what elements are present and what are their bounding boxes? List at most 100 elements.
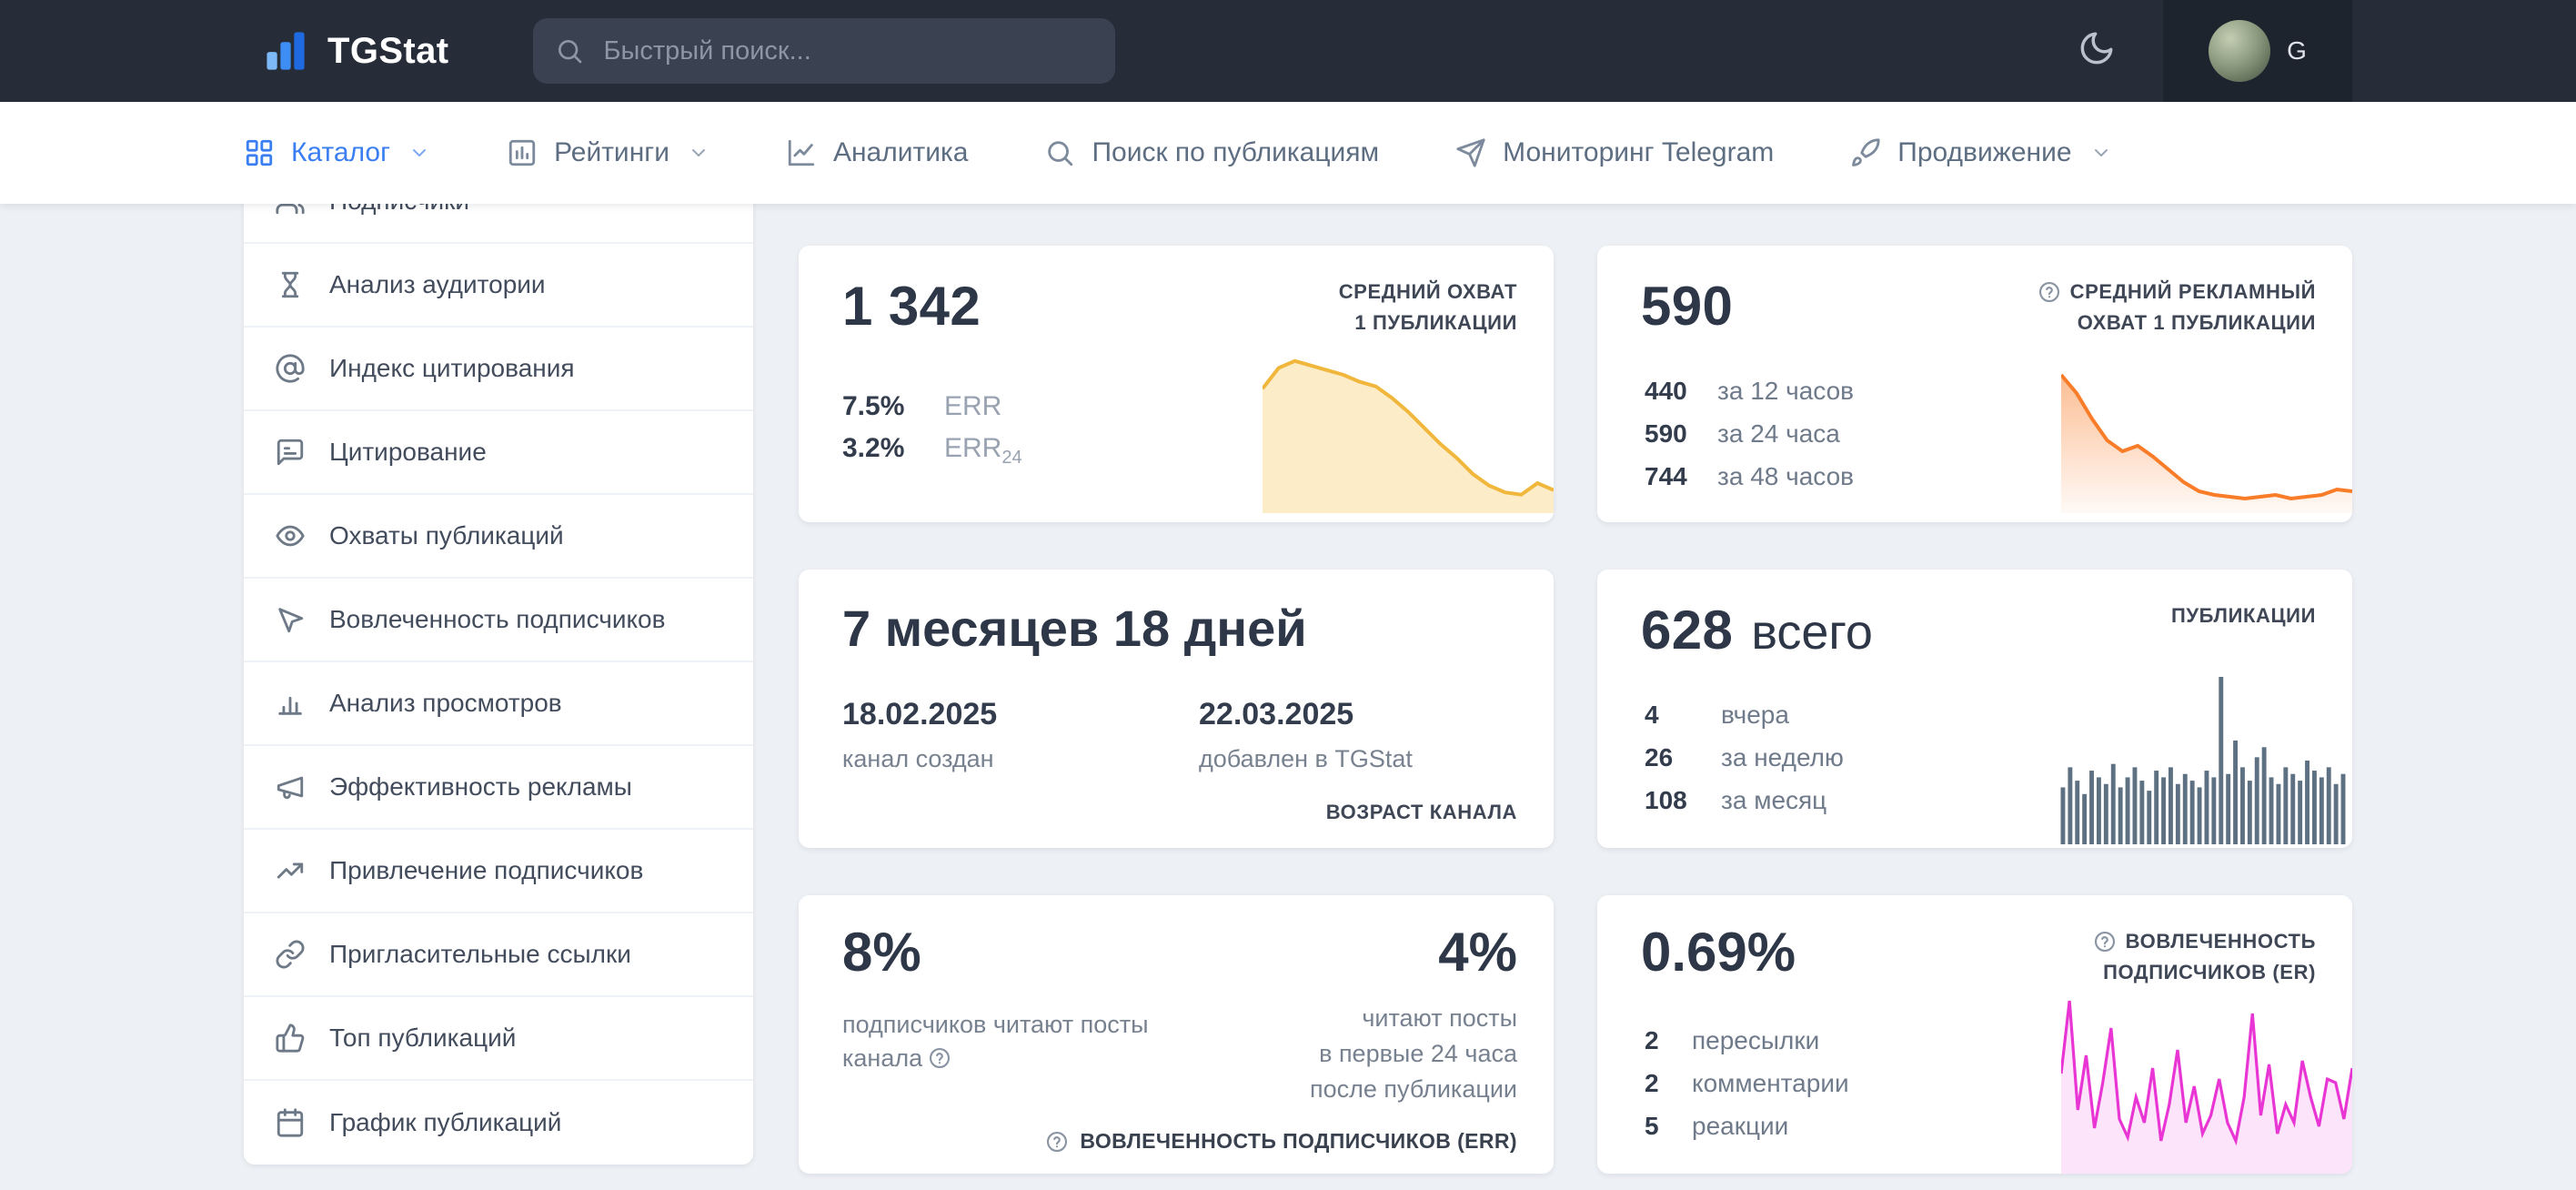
channel-age-value: 7 месяцев 18 дней (842, 599, 1307, 658)
sidebar-item-top-posts[interactable]: Топ публикаций (244, 997, 753, 1081)
stat-row: 744за 48 часов (1645, 455, 1854, 498)
channel-created: 18.02.2025 канал создан (842, 697, 997, 773)
theme-toggle-button[interactable] (2078, 29, 2116, 74)
app-header: TGStat G (0, 0, 2576, 102)
sidebar-item-views-analysis[interactable]: Анализ просмотров (244, 662, 753, 746)
stat-row: 5реакции (1645, 1104, 1849, 1147)
card-posts: 628 всего ПУБЛИКАЦИИ 4вчера 26за неделю … (1597, 570, 2352, 848)
avg-reach-chart (1263, 353, 1554, 513)
stat-row: 108за месяц (1645, 779, 1844, 822)
at-sign-icon (275, 353, 306, 384)
card-channel-age: 7 месяцев 18 дней 18.02.2025 канал созда… (799, 570, 1554, 848)
avg-reach-label: СРЕДНИЙ ОХВАТ 1 ПУБЛИКАЦИИ (1339, 277, 1517, 338)
stat-row: 4вчера (1645, 693, 1844, 736)
calendar-icon (275, 1107, 306, 1138)
err-left-caption: подписчиков читают посты канала (842, 1008, 1181, 1076)
sidebar-item-post-reach[interactable]: Охваты публикаций (244, 495, 753, 579)
search-icon (555, 36, 584, 66)
card-err: 8% 4% подписчиков читают посты канала чи… (799, 895, 1554, 1174)
nav-item-post-search[interactable]: Поиск по публикациям (1044, 137, 1379, 168)
tgstat-logo[interactable]: TGStat (262, 27, 449, 75)
ratings-icon (507, 137, 538, 168)
sidebar-item-audience-analysis[interactable]: Анализ аудитории (244, 244, 753, 328)
send-icon (1455, 137, 1486, 168)
posts-bar-chart (2059, 677, 2347, 844)
question-icon[interactable] (1045, 1130, 1069, 1154)
err-right-caption: читают посты в первые 24 часа после публ… (1310, 1001, 1517, 1107)
quick-search-input[interactable] (600, 35, 1093, 68)
stat-row: 440за 12 часов (1645, 369, 1854, 412)
err-right-value: 4% (1438, 921, 1517, 983)
card-avg-reach: 1 342 СРЕДНИЙ ОХВАТ 1 ПУБЛИКАЦИИ 7.5% ER… (799, 246, 1554, 522)
stat-row: 2комментарии (1645, 1062, 1849, 1104)
sidebar-item-citation-index[interactable]: Индекс цитирования (244, 328, 753, 411)
chevron-down-icon (408, 142, 430, 164)
pointer-icon (275, 604, 306, 635)
ad-reach-rows: 440за 12 часов 590за 24 часа 744за 48 ча… (1645, 369, 1854, 498)
er-rows: 2пересылки 2комментарии 5реакции (1645, 1019, 1849, 1147)
question-icon[interactable] (928, 1046, 951, 1070)
rocket-icon (1850, 137, 1881, 168)
bar-chart-icon (275, 688, 306, 719)
user-menu[interactable]: G (2163, 0, 2352, 102)
stat-row: 3.2% ERR24 (842, 433, 1022, 475)
nav-item-label: Каталог (291, 137, 390, 168)
nav-item-analytics[interactable]: Аналитика (786, 137, 969, 168)
moon-icon (2078, 29, 2116, 67)
nav-item-catalog[interactable]: Каталог (244, 137, 430, 168)
nav-item-label: Поиск по публикациям (1092, 137, 1379, 168)
posts-total: 628 всего (1641, 599, 1873, 661)
thumbs-up-icon (275, 1023, 306, 1054)
er-chart (2061, 992, 2352, 1174)
nav-item-ratings[interactable]: Рейтинги (507, 137, 709, 168)
err-footer: ВОВЛЕЧЕННОСТЬ ПОДПИСЧИКОВ (ERR) (1045, 1129, 1517, 1154)
nav-item-label: Аналитика (833, 137, 969, 168)
brand-name: TGStat (327, 31, 449, 72)
sidebar-item-subscriber-engagement[interactable]: Вовлеченность подписчиков (244, 579, 753, 662)
nav-item-monitoring[interactable]: Мониторинг Telegram (1455, 137, 1774, 168)
grid-icon (244, 137, 275, 168)
quote-icon (275, 437, 306, 468)
stat-row: 26за неделю (1645, 736, 1844, 779)
ad-reach-label: СРЕДНИЙ РЕКЛАМНЫЙ ОХВАТ 1 ПУБЛИКАЦИИ (2038, 277, 2316, 338)
tgstat-dashboard: TGStat G Каталог Рейтинги Аналитика (0, 0, 2576, 1190)
quick-search[interactable] (533, 18, 1115, 84)
question-icon[interactable] (2038, 280, 2061, 304)
er-label: ВОВЛЕЧЕННОСТЬ ПОДПИСЧИКОВ (ER) (2093, 926, 2316, 988)
sidebar-item-post-schedule[interactable]: График публикаций (244, 1081, 753, 1165)
search-icon (1044, 137, 1075, 168)
link-icon (275, 939, 306, 970)
channel-age-footer: ВОЗРАСТ КАНАЛА (1326, 801, 1517, 824)
main-nav: Каталог Рейтинги Аналитика Поиск по публ… (0, 102, 2576, 204)
er-value: 0.69% (1641, 921, 1796, 983)
nav-item-promotion[interactable]: Продвижение (1850, 137, 2111, 168)
avg-reach-value: 1 342 (842, 275, 981, 338)
err-left-value: 8% (842, 921, 921, 983)
question-icon[interactable] (2093, 930, 2117, 953)
tgstat-logo-icon (262, 27, 309, 75)
ad-reach-chart (2061, 368, 2352, 513)
posts-label: ПУБЛИКАЦИИ (2171, 600, 2316, 631)
chevron-down-icon (688, 142, 709, 164)
channel-added: 22.03.2025 добавлен в TGStat (1199, 697, 1413, 773)
card-er: 0.69% ВОВЛЕЧЕННОСТЬ ПОДПИСЧИКОВ (ER) 2пе… (1597, 895, 2352, 1174)
nav-item-label: Рейтинги (554, 137, 669, 168)
posts-rows: 4вчера 26за неделю 108за месяц (1645, 693, 1844, 822)
nav-item-label: Продвижение (1897, 137, 2071, 168)
avg-reach-stats: 7.5% ERR 3.2% ERR24 (842, 391, 1022, 475)
analytics-icon (786, 137, 817, 168)
card-ad-reach: 590 СРЕДНИЙ РЕКЛАМНЫЙ ОХВАТ 1 ПУБЛИКАЦИИ… (1597, 246, 2352, 522)
stat-row: 7.5% ERR (842, 391, 1022, 433)
sidebar-item-citations[interactable]: Цитирование (244, 411, 753, 495)
sidebar-menu: Подписчики Анализ аудитории Индекс цитир… (244, 160, 753, 1165)
sidebar-item-ad-effectiveness[interactable]: Эффективность рекламы (244, 746, 753, 830)
trending-up-icon (275, 855, 306, 886)
eye-icon (275, 520, 306, 551)
chevron-down-icon (2090, 142, 2112, 164)
avatar (2209, 20, 2270, 82)
sidebar-item-subscriber-acquisition[interactable]: Привлечение подписчиков (244, 830, 753, 913)
megaphone-icon (275, 771, 306, 802)
stat-row: 590за 24 часа (1645, 412, 1854, 455)
hourglass-icon (275, 269, 306, 300)
sidebar-item-invite-links[interactable]: Пригласительные ссылки (244, 913, 753, 997)
